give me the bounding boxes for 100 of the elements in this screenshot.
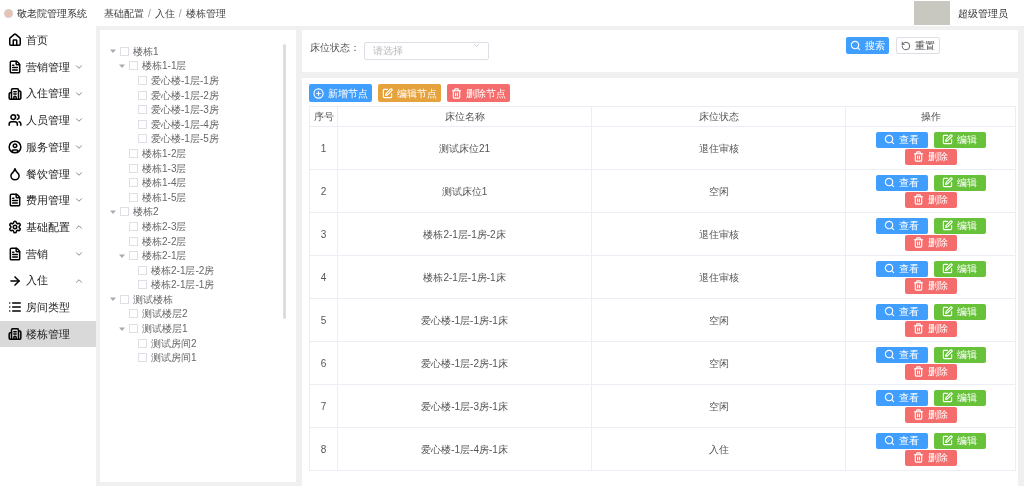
user-circle-icon — [8, 140, 22, 155]
sidebar-item[interactable]: 人员管理 — [0, 107, 96, 134]
reset-button[interactable]: 重置 — [896, 37, 940, 54]
tree-node-label[interactable]: 爱心楼-1层-5房 — [151, 131, 219, 147]
checkbox[interactable] — [129, 178, 138, 188]
sidebar-item[interactable]: 入住 — [0, 267, 96, 294]
tree-node-label[interactable]: 楼栋1-5层 — [142, 189, 187, 205]
status-select[interactable]: 请选择 — [364, 41, 489, 60]
sidebar-item[interactable]: 首页 — [0, 27, 96, 54]
caret-icon[interactable] — [119, 62, 125, 69]
table-cell: 8 — [309, 427, 338, 471]
sidebar-item[interactable]: 楼栋管理 — [0, 320, 96, 348]
checkbox[interactable] — [129, 251, 138, 261]
tree-node-label[interactable]: 楼栋1-3层 — [142, 160, 187, 176]
document-icon — [8, 60, 22, 75]
checkbox[interactable] — [138, 90, 147, 100]
chevron-down-icon — [472, 41, 481, 50]
sidebar-item[interactable]: 营销管理 — [0, 53, 96, 81]
tree-node-label[interactable]: 楼栋2-1层-2房 — [151, 262, 215, 278]
checkbox[interactable] — [120, 207, 129, 217]
checkbox[interactable] — [138, 338, 147, 348]
settings-icon — [8, 220, 22, 235]
checkbox[interactable] — [138, 134, 147, 144]
edit-icon — [382, 87, 393, 99]
table-cell: 6 — [309, 341, 338, 385]
table-cell: 空闲 — [591, 384, 846, 428]
table-cell: 测试床位1 — [337, 169, 592, 213]
home-icon — [8, 33, 22, 48]
tree-node-label[interactable]: 测试房间2 — [151, 335, 197, 351]
caret-icon[interactable] — [119, 325, 125, 332]
checkbox[interactable] — [120, 46, 129, 56]
table-cell: 1 — [309, 126, 338, 170]
tree-node-label[interactable]: 爱心楼-1层-2房 — [151, 87, 219, 103]
search-icon — [850, 40, 861, 51]
tree-node-label[interactable]: 楼栋1-1层 — [142, 58, 187, 74]
checkbox[interactable] — [138, 353, 147, 363]
checkbox[interactable] — [129, 192, 138, 202]
edit-icon — [942, 177, 953, 188]
breadcrumb-item[interactable]: 基础配置 — [104, 5, 144, 21]
tree-node-label[interactable]: 楼栋2-1层-1房 — [151, 277, 215, 293]
trash-icon — [913, 280, 924, 291]
search-icon — [884, 134, 895, 145]
table-cell: 5 — [309, 298, 338, 342]
checkbox[interactable] — [129, 221, 138, 231]
table-cell: 爱心楼-1层-3房-1床 — [337, 384, 592, 428]
checkbox[interactable] — [138, 119, 147, 129]
tree-node-label[interactable]: 楼栋1-2层 — [142, 145, 187, 161]
caret-icon[interactable] — [110, 296, 116, 303]
tree-node-label[interactable]: 爱心楼-1层-3房 — [151, 102, 219, 118]
tree-node-label[interactable]: 测试楼层2 — [142, 306, 188, 322]
avatar-placeholder[interactable] — [914, 1, 950, 25]
tree-node-label[interactable]: 测试楼栋 — [133, 291, 173, 307]
sidebar-item[interactable]: 基础配置 — [0, 213, 96, 241]
search-icon — [884, 392, 895, 403]
checkbox[interactable] — [129, 61, 138, 71]
checkbox[interactable] — [138, 105, 147, 115]
trash-icon — [913, 452, 924, 463]
checkbox[interactable] — [129, 236, 138, 246]
document-icon — [8, 246, 22, 261]
checkbox[interactable] — [129, 163, 138, 173]
tree-node-label[interactable]: 楼栋2-3层 — [142, 218, 187, 234]
tree-node-label[interactable]: 楼栋2-2层 — [142, 233, 187, 249]
tree-node-label[interactable]: 爱心楼-1层-1房 — [151, 73, 219, 88]
search-icon — [884, 263, 895, 274]
sidebar-item[interactable]: 费用管理 — [0, 187, 96, 214]
caret-icon[interactable] — [110, 48, 116, 55]
checkbox[interactable] — [138, 265, 147, 275]
breadcrumb-item[interactable]: 楼栋管理 — [185, 5, 226, 21]
table-cell: 3 — [309, 212, 338, 256]
table-cell: 爱心楼-1层-2房-1床 — [337, 341, 592, 385]
table-cell: 7 — [309, 384, 338, 428]
scrollbar[interactable] — [283, 44, 286, 319]
user-name[interactable]: 超级管理员 — [958, 5, 1008, 21]
checkbox[interactable] — [129, 148, 138, 158]
sidebar-item[interactable]: 入住管理 — [0, 80, 96, 108]
checkbox[interactable] — [138, 76, 147, 85]
tree-node-label[interactable]: 楼栋2 — [133, 204, 159, 220]
tree-node-label[interactable]: 测试楼层1 — [142, 321, 188, 337]
sidebar-item[interactable]: 服务管理 — [0, 133, 96, 161]
search-icon — [884, 177, 895, 188]
sidebar-item[interactable]: 房间类型 — [0, 293, 96, 321]
tree-node-label[interactable]: 楼栋1 — [133, 43, 159, 59]
caret-icon[interactable] — [110, 208, 116, 215]
tree-node-label[interactable]: 楼栋1-4层 — [142, 175, 187, 191]
table-cell: 空闲 — [591, 298, 846, 342]
checkbox[interactable] — [129, 324, 138, 334]
tree-node-label[interactable]: 测试房间1 — [151, 350, 197, 366]
checkbox[interactable] — [120, 294, 129, 304]
breadcrumb-item[interactable]: 入住 — [154, 5, 175, 21]
app-title: 敬老院管理系统 — [17, 6, 87, 21]
tree-node-label[interactable]: 爱心楼-1层-4房 — [151, 116, 219, 132]
sidebar-item[interactable]: 餐饮管理 — [0, 160, 96, 188]
checkbox[interactable] — [129, 309, 138, 319]
caret-icon[interactable] — [119, 252, 125, 259]
checkbox[interactable] — [138, 280, 147, 290]
tree-node-label[interactable]: 楼栋2-1层 — [142, 248, 187, 264]
breadcrumb-separator: / — [178, 6, 182, 21]
people-icon — [8, 113, 22, 128]
sidebar-item[interactable]: 营销 — [0, 240, 96, 268]
table-cell: 退住审核 — [591, 212, 846, 256]
